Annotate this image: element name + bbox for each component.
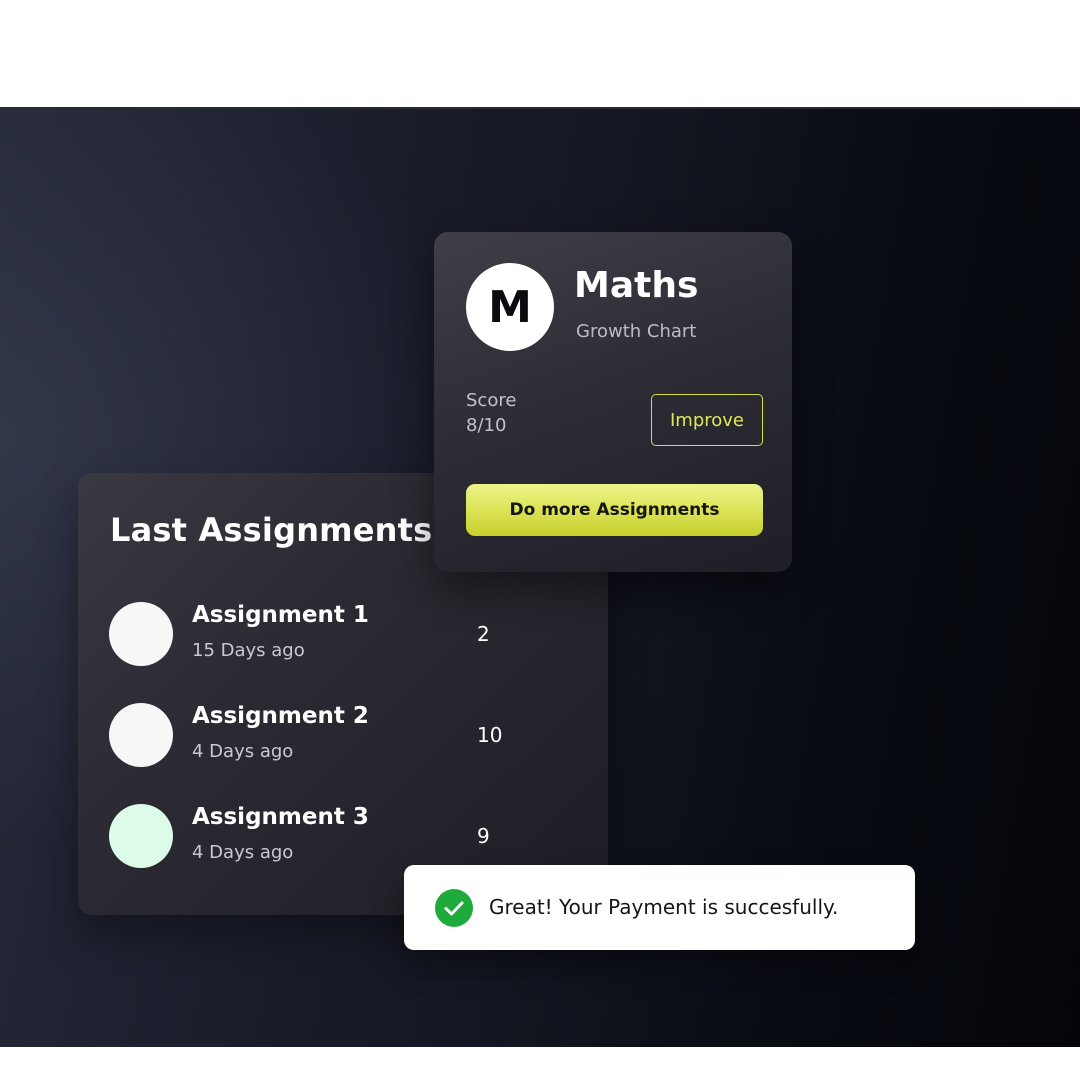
improve-button[interactable]: Improve	[651, 394, 763, 446]
top-divider	[0, 107, 1080, 109]
assignment-avatar	[109, 703, 173, 767]
payment-success-toast: Great! Your Payment is succesfully.	[404, 865, 915, 950]
assignment-time: 15 Days ago	[192, 640, 305, 661]
do-more-assignments-button[interactable]: Do more Assignments	[466, 484, 763, 536]
page: Last Assignments Assignment 1 15 Days ag…	[0, 0, 1080, 1080]
check-circle-icon	[435, 889, 473, 927]
subject-title: Maths	[574, 265, 699, 306]
assignment-score: 10	[477, 723, 503, 747]
assignment-name: Assignment 3	[192, 804, 369, 830]
score-label: Score	[466, 390, 517, 411]
toast-message: Great! Your Payment is succesfully.	[489, 895, 839, 919]
assignment-name: Assignment 1	[192, 602, 369, 628]
score-value: 8/10	[466, 415, 507, 436]
assignment-avatar	[109, 804, 173, 868]
assignment-name: Assignment 2	[192, 703, 369, 729]
subject-avatar-letter: M	[488, 281, 532, 333]
assignment-score: 9	[477, 824, 490, 848]
subject-card: M Maths Growth Chart Score 8/10 Improve …	[434, 232, 792, 572]
dashboard-stage: Last Assignments Assignment 1 15 Days ag…	[0, 107, 1080, 1047]
subject-avatar: M	[466, 263, 554, 351]
assignment-score: 2	[477, 622, 490, 646]
assignment-time: 4 Days ago	[192, 842, 294, 863]
assignment-row[interactable]: Assignment 2 4 Days ago 10	[109, 703, 529, 769]
assignment-row[interactable]: Assignment 3 4 Days ago 9	[109, 804, 529, 870]
assignment-time: 4 Days ago	[192, 741, 294, 762]
assignment-avatar	[109, 602, 173, 666]
assignment-row[interactable]: Assignment 1 15 Days ago 2	[109, 602, 529, 668]
last-assignments-title: Last Assignments	[110, 511, 433, 549]
subject-subtitle: Growth Chart	[576, 321, 697, 342]
